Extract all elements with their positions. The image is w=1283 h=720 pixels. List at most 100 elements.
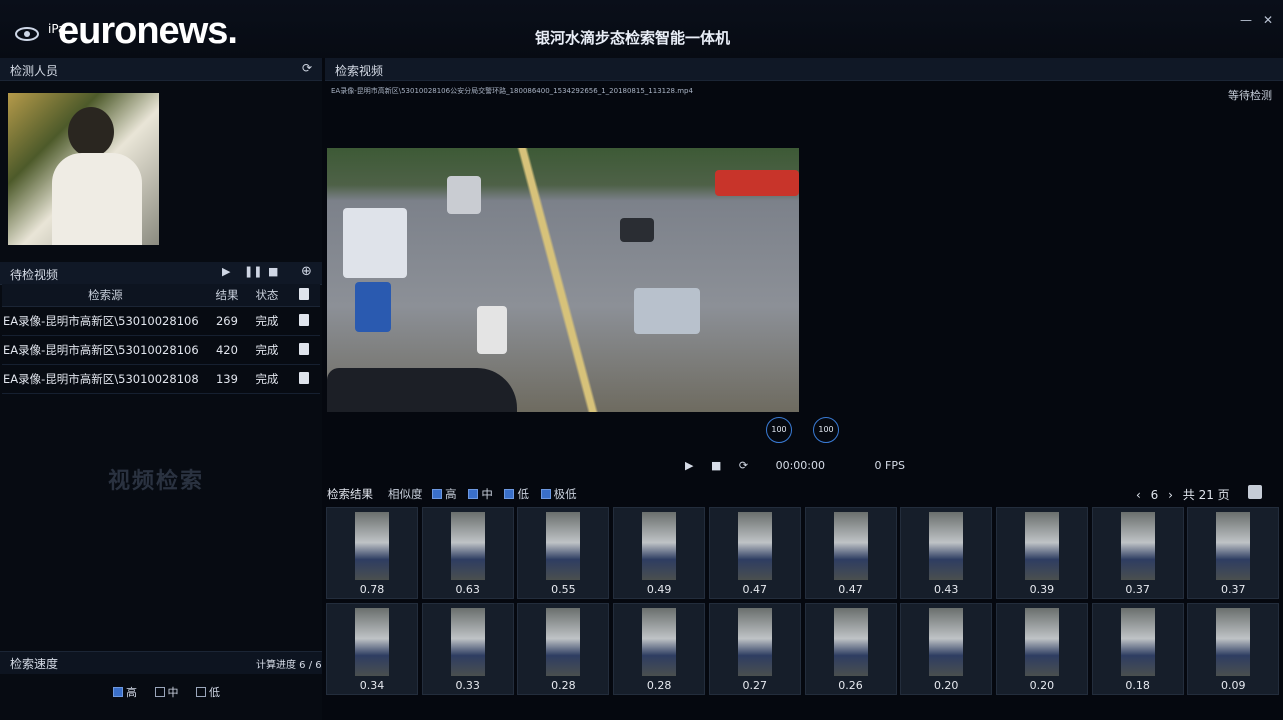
result-tile[interactable]: 0.63 — [421, 507, 514, 599]
result-tile[interactable]: 0.37 — [1187, 507, 1280, 599]
zoom-control-b[interactable]: 100 — [813, 417, 839, 443]
playback-controls: ▶ ■ ⟳ 00:00:00 0 FPS — [685, 459, 905, 472]
result-tile[interactable]: 0.55 — [517, 507, 610, 599]
minimize-icon[interactable]: — — [1238, 12, 1254, 28]
van-shape — [343, 208, 407, 278]
similarity-score: 0.27 — [742, 679, 768, 692]
detection-status: 等待检测 — [1228, 89, 1272, 102]
person-thumbnail — [833, 512, 868, 580]
similarity-score: 0.26 — [838, 679, 863, 692]
result-tile[interactable]: 0.33 — [421, 603, 514, 695]
person-thumbnail — [737, 512, 772, 580]
person-thumbnail — [737, 608, 772, 676]
save-icon[interactable] — [1248, 485, 1262, 499]
person-thumbnail — [833, 608, 868, 676]
result-tile[interactable]: 0.78 — [326, 507, 418, 599]
play-icon[interactable]: ▶ — [222, 265, 230, 278]
result-tile[interactable]: 0.28 — [613, 603, 706, 695]
person-thumbnail — [1120, 608, 1155, 676]
similarity-score: 0.28 — [551, 679, 576, 692]
similarity-score: 0.34 — [359, 679, 385, 692]
similarity-score: 0.20 — [933, 679, 959, 692]
pending-video-table: 检索源 结果 状态 EA录像-昆明市高新区\53010028106 269 完成… — [2, 284, 320, 394]
stop-icon[interactable]: ■ — [268, 265, 278, 278]
play-icon[interactable]: ▶ — [685, 459, 693, 472]
result-tile[interactable]: 0.20 — [900, 603, 993, 695]
speed-option-low[interactable]: 低 — [196, 686, 220, 699]
checkbox-icon[interactable] — [432, 489, 443, 499]
checkbox-icon[interactable] — [468, 489, 479, 499]
table-row[interactable]: EA录像-昆明市高新区\53010028106 269 完成 — [2, 306, 320, 336]
similarity-score: 0.63 — [455, 583, 480, 596]
result-tile[interactable]: 0.27 — [708, 603, 801, 695]
compute-progress: 计算进度 6 / 6 — [256, 660, 322, 671]
result-tile[interactable]: 0.26 — [804, 603, 897, 695]
broadcaster-watermark: euronews. — [58, 10, 238, 52]
level-low[interactable]: 低 — [504, 487, 529, 501]
similarity-filter: 相似度 高 中 低 极低 — [388, 486, 577, 502]
app-title: 银河水滴步态检索智能一体机 — [535, 29, 731, 47]
close-icon[interactable]: ✕ — [1260, 12, 1276, 28]
person-thumbnail — [355, 512, 389, 580]
result-tile[interactable]: 0.47 — [708, 507, 801, 599]
similarity-score: 0.47 — [742, 583, 768, 596]
table-row[interactable]: EA录像-昆明市高新区\53010028106 420 完成 — [2, 335, 320, 365]
result-tile[interactable]: 0.43 — [900, 507, 993, 599]
level-very-low[interactable]: 极低 — [540, 487, 577, 501]
similarity-score: 0.20 — [1029, 679, 1055, 692]
result-tile[interactable]: 0.47 — [804, 507, 897, 599]
person-thumbnail — [929, 608, 964, 676]
delete-all-icon[interactable] — [299, 287, 310, 300]
delete-icon[interactable] — [299, 342, 310, 355]
checkbox-icon[interactable] — [540, 489, 551, 499]
checkbox-icon[interactable] — [504, 489, 515, 499]
next-page-icon[interactable]: › — [1168, 488, 1173, 502]
speed-option-high[interactable]: 高 — [113, 686, 137, 699]
prev-page-icon[interactable]: ‹ — [1136, 488, 1141, 502]
person-thumbnail — [1216, 512, 1251, 580]
replay-icon[interactable]: ⟳ — [739, 459, 748, 472]
row-count: 269 — [208, 306, 246, 336]
checkbox-icon[interactable] — [154, 687, 165, 697]
playback-time: 00:00:00 — [775, 459, 825, 472]
refresh-icon[interactable]: ⟳ — [302, 61, 312, 75]
result-tile[interactable]: 0.18 — [1091, 603, 1184, 695]
zoom-control-a[interactable]: 100 — [766, 417, 792, 443]
delete-icon[interactable] — [299, 313, 310, 326]
query-person-photo — [8, 93, 159, 245]
similarity-score: 0.18 — [1125, 679, 1150, 692]
similarity-score: 0.09 — [1221, 679, 1246, 692]
result-tile[interactable]: 0.37 — [1091, 507, 1184, 599]
person-thumbnail — [642, 512, 677, 580]
person-thumbnail — [1024, 608, 1059, 676]
fps-readout: 0 FPS — [874, 459, 905, 472]
result-tile[interactable]: 0.39 — [995, 507, 1088, 599]
pending-video-header: 待检视频 ▶ ❚❚ ■ ⊕ — [0, 262, 322, 285]
level-mid[interactable]: 中 — [468, 487, 493, 501]
person-thumbnail — [642, 608, 677, 676]
table-row[interactable]: EA录像-昆明市高新区\53010028108 139 完成 — [2, 364, 320, 394]
level-high[interactable]: 高 — [432, 487, 457, 501]
delete-icon[interactable] — [299, 371, 310, 384]
result-tile[interactable]: 0.20 — [995, 603, 1088, 695]
checkbox-icon[interactable] — [196, 687, 206, 697]
checkbox-icon[interactable] — [113, 687, 123, 697]
search-speed-title: 检索速度 — [10, 657, 59, 671]
pause-icon[interactable]: ❚❚ — [244, 265, 262, 278]
results-pager: ‹ 6 › 共 21 页 — [1136, 486, 1230, 503]
row-count: 420 — [208, 335, 246, 365]
result-tile[interactable]: 0.28 — [517, 603, 610, 695]
result-tile[interactable]: 0.34 — [326, 603, 418, 695]
video-file-path: EA录像-昆明市高新区\53010028106公安分局交警环路_18008640… — [331, 87, 693, 95]
result-tile[interactable]: 0.09 — [1187, 603, 1280, 695]
app-logo-icon — [14, 22, 42, 44]
add-icon[interactable]: ⊕ — [301, 264, 312, 279]
row-status: 完成 — [245, 306, 289, 336]
speed-option-mid[interactable]: 中 — [154, 686, 179, 699]
person-thumbnail — [546, 512, 581, 580]
similarity-score: 0.49 — [646, 583, 672, 596]
car-shape — [634, 288, 700, 334]
stop-icon[interactable]: ■ — [711, 459, 721, 472]
result-tile[interactable]: 0.49 — [613, 507, 706, 599]
speed-options: 高 中 低 — [113, 684, 220, 700]
